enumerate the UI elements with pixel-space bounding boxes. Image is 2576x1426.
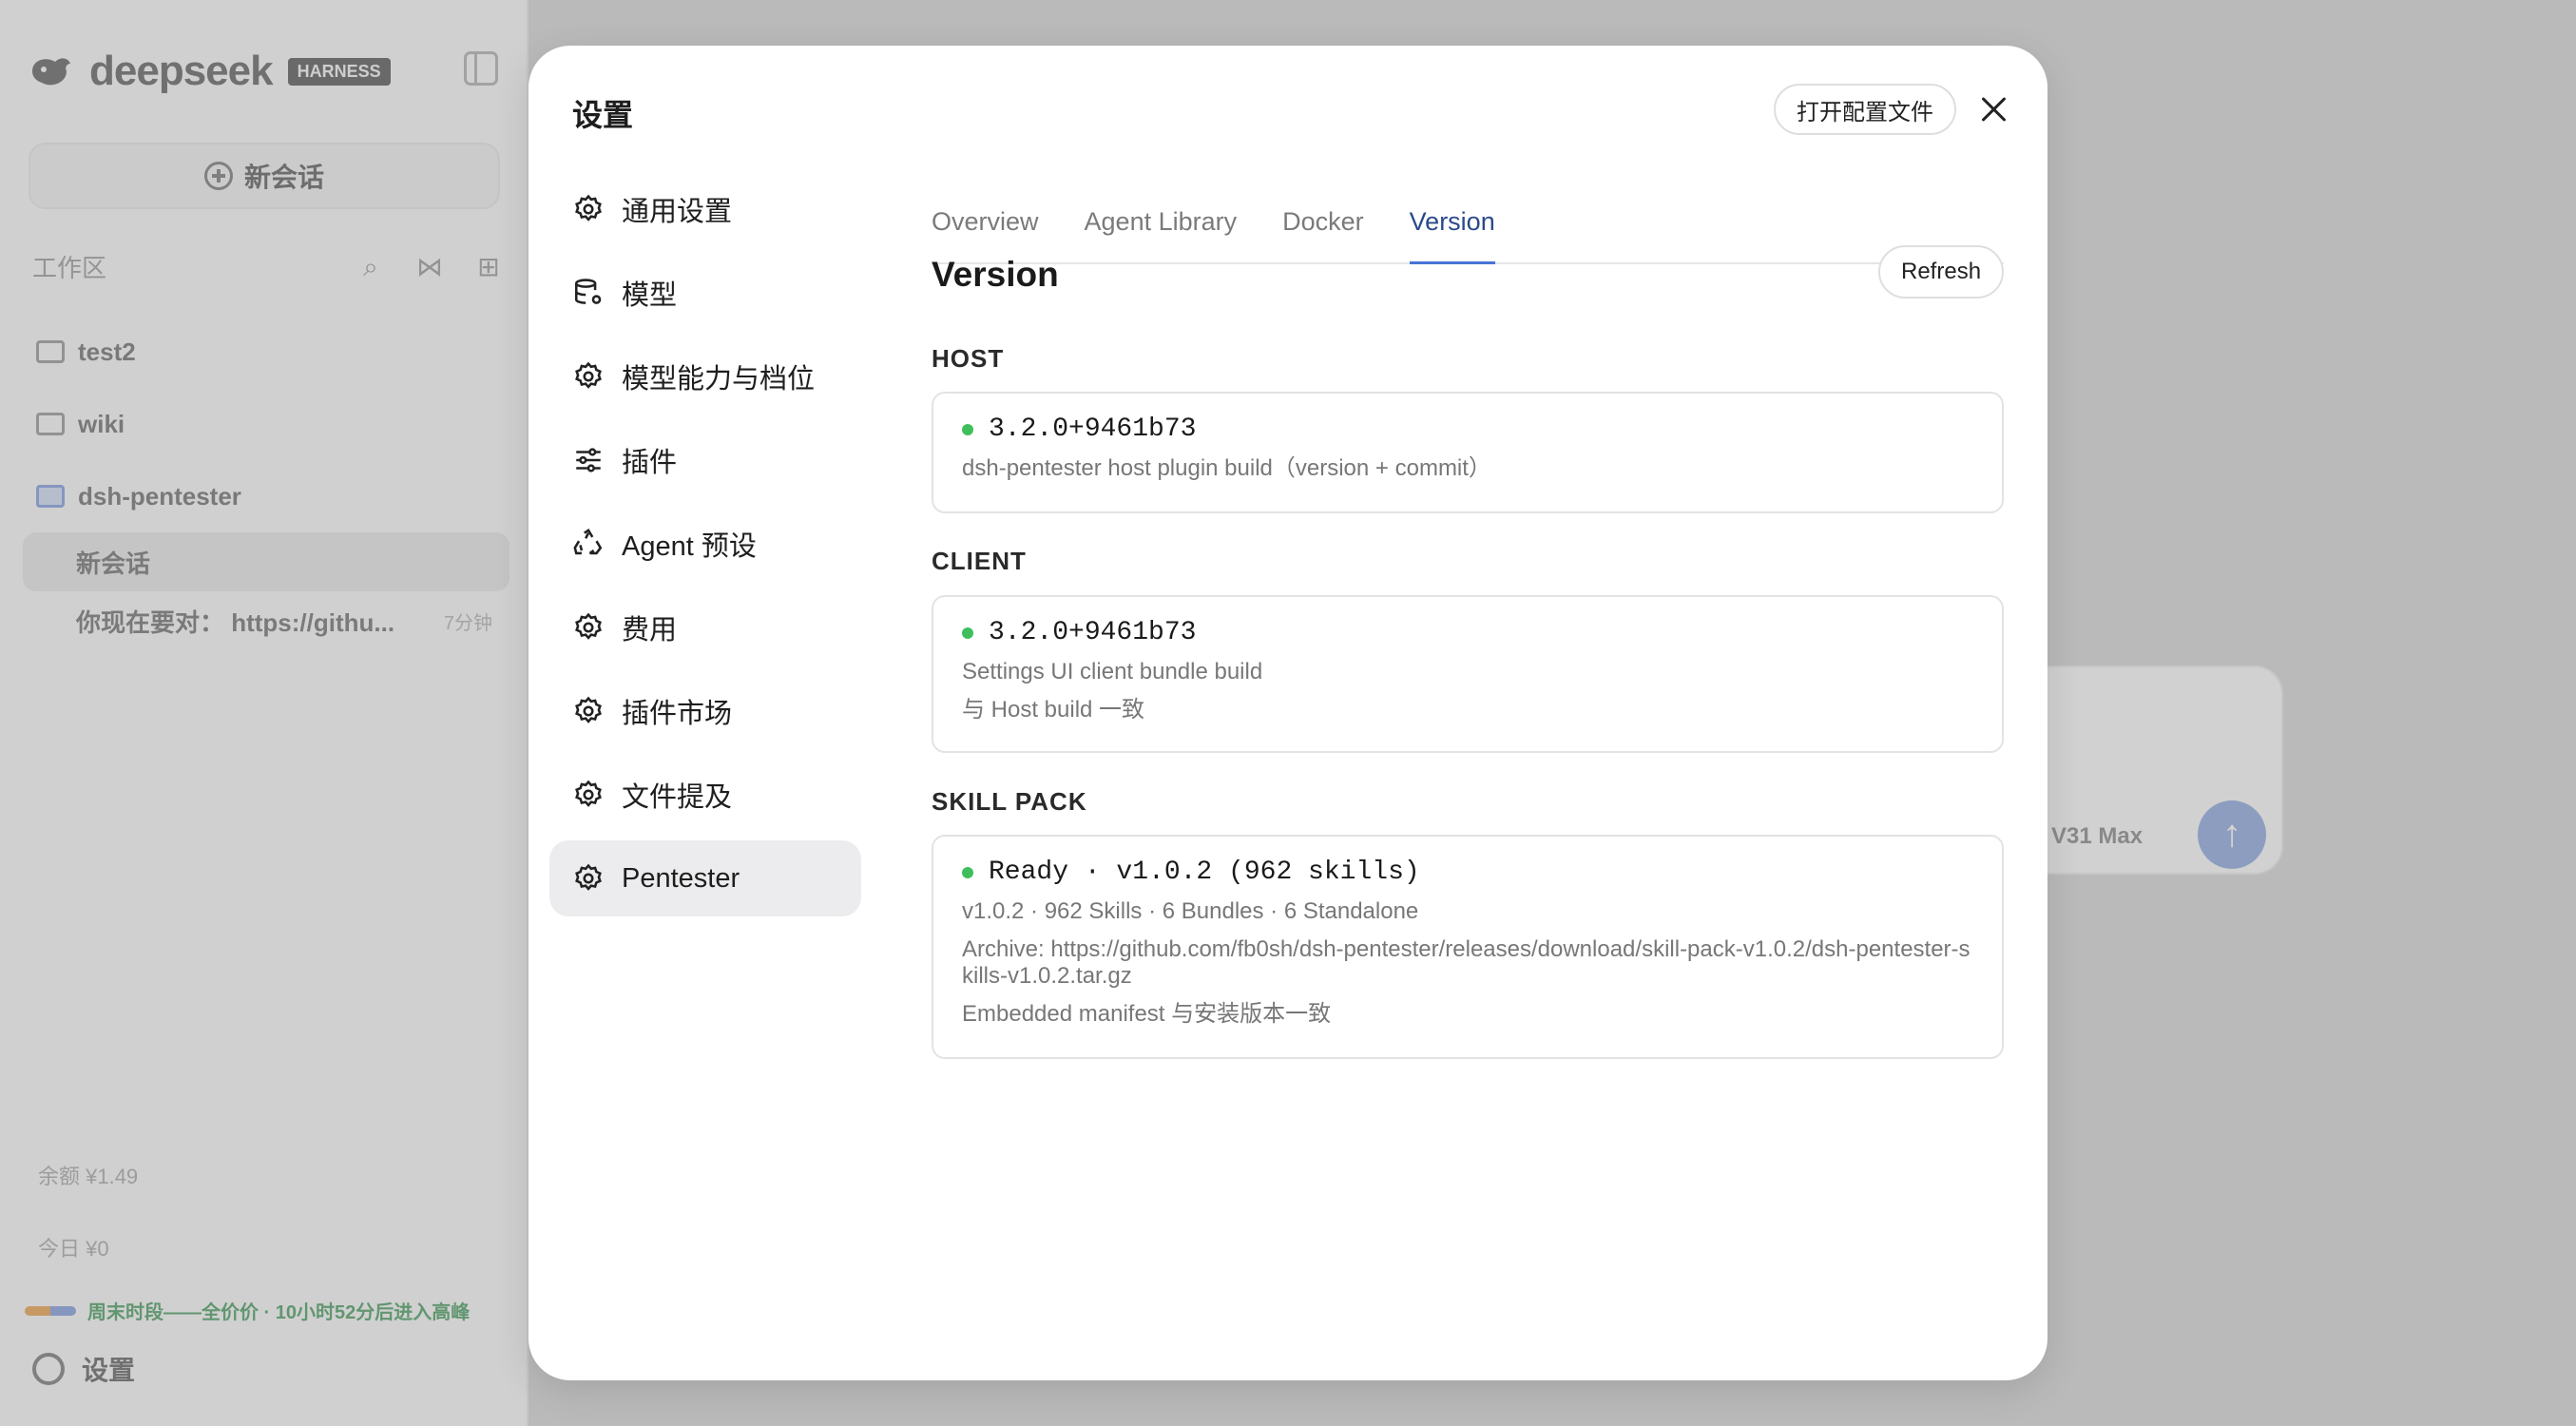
client-version: 3.2.0+9461b73 <box>989 618 1197 647</box>
nav-label: Agent 预设 <box>622 531 757 562</box>
section-title: Version <box>932 255 1059 294</box>
client-note: 与 Host build 一致 <box>962 697 1145 723</box>
client-desc: Settings UI client bundle build <box>962 659 1263 684</box>
nav-label: 通用设置 <box>622 197 733 227</box>
client-version-row: 3.2.0+9461b73 <box>962 618 1973 647</box>
gear-icon <box>575 194 602 222</box>
gear-icon <box>575 863 602 891</box>
nav-label: 模型能力与档位 <box>622 364 816 395</box>
nav-label: 模型 <box>622 280 678 311</box>
gear-icon <box>575 361 602 389</box>
open-config-button[interactable]: 打开配置文件 <box>1774 84 1956 135</box>
nav-item-pentester[interactable]: Pentester <box>549 840 861 916</box>
nav-item-plugin-market[interactable]: 插件市场 <box>549 673 861 749</box>
status-ok-icon <box>962 626 973 639</box>
recycle-icon <box>573 529 603 555</box>
status-ok-icon <box>962 423 973 435</box>
tab-agent-library[interactable]: Agent Library <box>1085 186 1238 262</box>
nav-label: 费用 <box>622 615 678 646</box>
sliders-icon <box>576 448 601 472</box>
tab-docker[interactable]: Docker <box>1282 186 1364 262</box>
nav-label: 插件 <box>622 448 678 478</box>
host-label: HOST <box>932 344 1005 373</box>
tab-version[interactable]: Version <box>1409 186 1495 264</box>
client-card: 3.2.0+9461b73 Settings UI client bundle … <box>932 595 2004 753</box>
nav-item-models[interactable]: 模型 <box>549 255 861 331</box>
skill-pack-archive: Archive: https://github.com/fb0sh/dsh-pe… <box>962 936 1970 989</box>
refresh-button[interactable]: Refresh <box>1878 245 2005 299</box>
status-ok-icon <box>962 866 973 878</box>
nav-label: 文件提及 <box>622 782 733 813</box>
database-gear-icon <box>574 279 602 304</box>
skill-pack-status: Ready · v1.0.2 (962 skills) <box>989 858 1420 887</box>
nav-label: 插件市场 <box>622 699 733 729</box>
skill-pack-status-row: Ready · v1.0.2 (962 skills) <box>962 858 1973 887</box>
nav-item-file-mentions[interactable]: 文件提及 <box>549 757 861 833</box>
skill-pack-card: Ready · v1.0.2 (962 skills) v1.0.2 · 962… <box>932 835 2004 1059</box>
tab-bar: Overview Agent Library Docker Version <box>932 186 2004 264</box>
gear-icon <box>575 780 602 807</box>
skill-pack-label: SKILL PACK <box>932 787 1087 816</box>
client-label: CLIENT <box>932 547 1027 575</box>
nav-item-agent-presets[interactable]: Agent 预设 <box>549 506 861 582</box>
tab-overview[interactable]: Overview <box>932 186 1039 262</box>
nav-item-plugins[interactable]: 插件 <box>549 422 861 498</box>
skill-pack-summary: v1.0.2 · 962 Skills · 6 Bundles · 6 Stan… <box>962 898 1419 924</box>
host-version: 3.2.0+9461b73 <box>989 414 1197 444</box>
host-card: 3.2.0+9461b73 dsh-pentester host plugin … <box>932 392 2004 513</box>
host-version-row: 3.2.0+9461b73 <box>962 414 1973 444</box>
modal-title: 设置 <box>572 98 634 132</box>
nav-label: Pentester <box>622 862 740 894</box>
gear-icon <box>575 612 602 640</box>
host-desc: dsh-pentester host plugin build（version … <box>962 455 1491 481</box>
close-icon[interactable] <box>1973 89 2013 129</box>
nav-item-costs[interactable]: 费用 <box>549 589 861 665</box>
nav-item-general[interactable]: 通用设置 <box>549 171 861 247</box>
settings-modal: 设置 打开配置文件 通用设置 模型 模型能力与档位 插件 Agent 预设 费用 <box>529 46 2047 1380</box>
settings-nav: 通用设置 模型 模型能力与档位 插件 Agent 预设 费用 插件市场 文件提及… <box>549 171 861 924</box>
gear-icon <box>575 696 602 723</box>
nav-item-model-capabilities[interactable]: 模型能力与档位 <box>549 338 861 414</box>
skill-pack-manifest: Embedded manifest 与安装版本一致 <box>962 1001 1332 1027</box>
